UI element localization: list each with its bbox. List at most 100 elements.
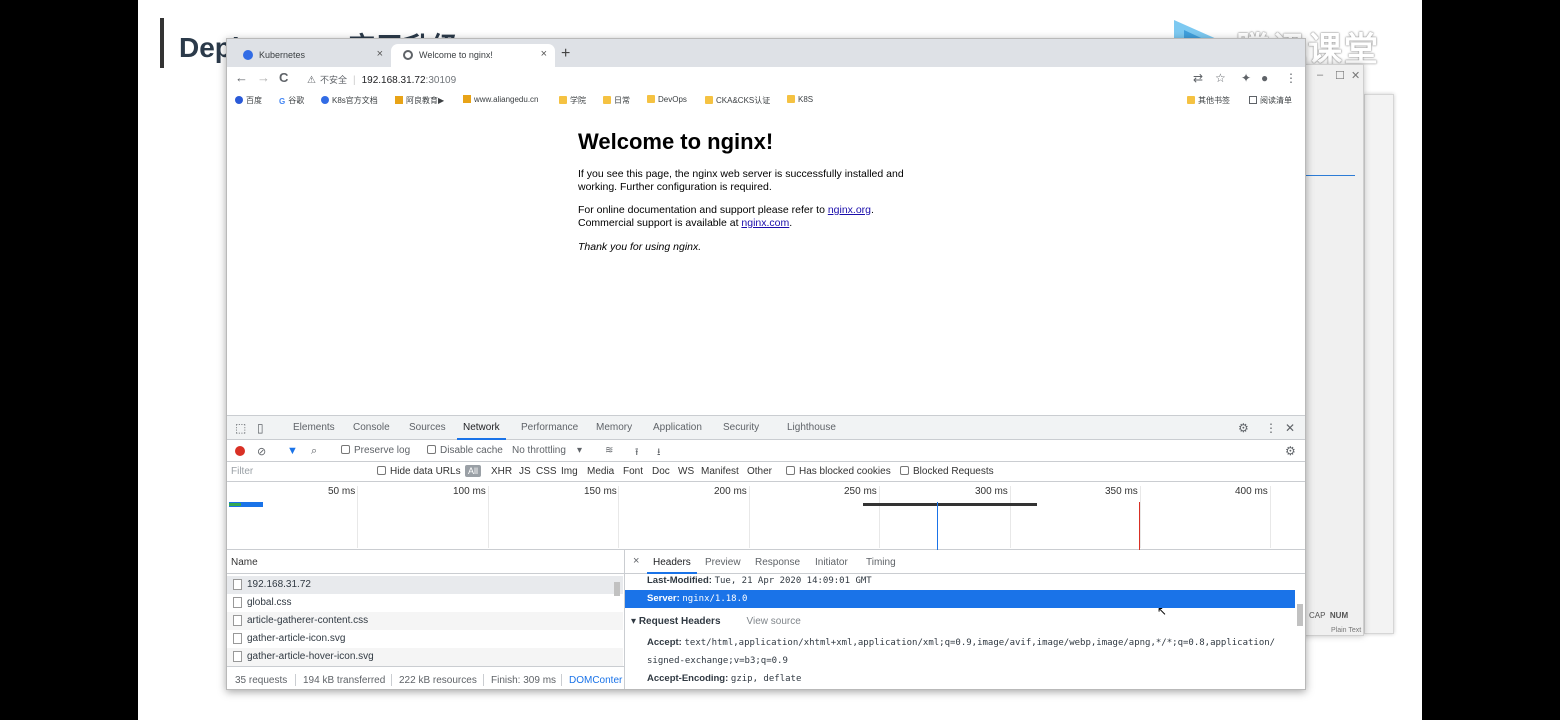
- export-har-icon[interactable]: ⭳: [657, 445, 661, 462]
- other-bookmarks[interactable]: 其他书签: [1187, 95, 1230, 106]
- close-icon[interactable]: ✕: [1351, 69, 1360, 82]
- reading-list[interactable]: 阅读清单: [1249, 95, 1292, 106]
- filter-manifest[interactable]: Manifest: [701, 466, 739, 477]
- nginx-com-link[interactable]: nginx.com: [741, 217, 789, 229]
- tab-initiator[interactable]: Initiator: [815, 557, 848, 568]
- tab-sources[interactable]: Sources: [409, 422, 446, 433]
- filter-media[interactable]: Media: [587, 466, 614, 477]
- tab-network[interactable]: Network: [457, 422, 506, 440]
- address-bar[interactable]: ⚠ 不安全 | 192.168.31.72:30109: [301, 70, 1181, 88]
- filter-img[interactable]: Img: [561, 466, 578, 477]
- tab-preview[interactable]: Preview: [705, 557, 741, 568]
- timeline-bar-long: [863, 503, 1037, 506]
- close-tab-icon[interactable]: ×: [541, 48, 547, 60]
- request-row[interactable]: gather-article-hover-icon.svg: [227, 648, 623, 666]
- bookmark-folder-cka[interactable]: CKA&CKS认证: [705, 95, 770, 106]
- filter-all[interactable]: All: [465, 465, 482, 477]
- forward-icon[interactable]: →: [257, 70, 270, 85]
- file-icon: [233, 633, 242, 644]
- bookmark-k8s-docs[interactable]: K8s官方文档: [321, 95, 378, 106]
- devtools-panel: ⬚ ▯ Elements Console Sources Network Per…: [227, 415, 1305, 689]
- nginx-org-link[interactable]: nginx.org: [828, 204, 871, 216]
- device-toolbar-icon[interactable]: ▯: [257, 421, 264, 435]
- tab-application[interactable]: Application: [653, 422, 702, 433]
- request-row[interactable]: 192.168.31.72: [227, 576, 623, 594]
- header-accept-continued: signed-exchange;v=b3;q=0.9: [647, 656, 788, 666]
- tab-performance[interactable]: Performance: [521, 422, 578, 433]
- filter-input[interactable]: Filter: [231, 466, 253, 477]
- tab-kubernetes[interactable]: Kubernetes ×: [231, 44, 391, 67]
- header-server[interactable]: Server: nginx/1.18.0: [625, 590, 1295, 608]
- filter-css[interactable]: CSS: [536, 466, 557, 477]
- request-row[interactable]: global.css: [227, 594, 623, 612]
- globe-icon: [403, 50, 413, 60]
- network-settings-icon[interactable]: ⚙: [1285, 444, 1296, 458]
- settings-gear-icon[interactable]: ⚙: [1238, 421, 1249, 435]
- profile-icon[interactable]: ●: [1261, 71, 1268, 85]
- bookmark-folder-k8s[interactable]: K8S: [787, 95, 813, 104]
- filter-other[interactable]: Other: [747, 466, 772, 477]
- docs-paragraph: For online documentation and support ple…: [578, 204, 874, 229]
- maximize-icon[interactable]: ☐: [1335, 69, 1345, 82]
- close-tab-icon[interactable]: ×: [377, 48, 383, 60]
- bookmark-folder-college[interactable]: 学院: [559, 95, 586, 106]
- bookmark-aliang-edu[interactable]: 阿良教育▶: [395, 95, 444, 106]
- tab-timing[interactable]: Timing: [866, 557, 896, 568]
- disable-cache-checkbox[interactable]: Disable cache: [427, 445, 503, 456]
- close-devtools-icon[interactable]: ✕: [1285, 421, 1295, 435]
- header-accept: Accept: text/html,application/xhtml+xml,…: [647, 637, 1276, 648]
- tab-lighthouse[interactable]: Lighthouse: [787, 422, 836, 433]
- tab-memory[interactable]: Memory: [596, 422, 632, 433]
- blocked-cookies-checkbox[interactable]: Has blocked cookies: [786, 466, 891, 477]
- new-tab-button[interactable]: +: [561, 45, 570, 63]
- bookmark-aliangedu-site[interactable]: www.aliangedu.cn: [463, 95, 538, 104]
- filter-ws[interactable]: WS: [678, 466, 694, 477]
- tab-welcome-nginx[interactable]: Welcome to nginx! ×: [391, 44, 555, 67]
- record-icon[interactable]: [235, 446, 245, 456]
- clear-icon[interactable]: ⊘: [257, 445, 266, 458]
- transferred-size: 194 kB transferred: [303, 675, 386, 686]
- menu-icon[interactable]: ⋮: [1285, 71, 1297, 85]
- extensions-icon[interactable]: ✦: [1241, 71, 1251, 85]
- filter-doc[interactable]: Doc: [652, 466, 670, 477]
- request-list-scrollbar[interactable]: [613, 578, 621, 662]
- request-row[interactable]: article-gatherer-content.css: [227, 612, 623, 630]
- request-headers-section[interactable]: ▾ Request Headers View source: [631, 616, 801, 627]
- name-column-header[interactable]: Name: [227, 550, 624, 574]
- bookmark-folder-devops[interactable]: DevOps: [647, 95, 687, 104]
- slide-title-bar: [160, 18, 164, 68]
- bookmark-baidu[interactable]: 百度: [235, 95, 262, 106]
- filter-font[interactable]: Font: [623, 466, 643, 477]
- filter-xhr[interactable]: XHR: [491, 466, 512, 477]
- network-conditions-icon[interactable]: ≋: [605, 445, 613, 456]
- filter-js[interactable]: JS: [519, 466, 531, 477]
- filter-icon[interactable]: ▼: [287, 445, 298, 457]
- request-row[interactable]: gather-article-icon.svg: [227, 630, 623, 648]
- details-scrollbar[interactable]: [1295, 576, 1305, 689]
- chart-icon: [395, 96, 403, 104]
- import-har-icon[interactable]: ⭱: [635, 445, 639, 462]
- blocked-requests-checkbox[interactable]: Blocked Requests: [900, 466, 994, 477]
- hide-data-urls-checkbox[interactable]: Hide data URLs: [377, 466, 461, 477]
- tab-headers[interactable]: Headers: [647, 557, 697, 574]
- bookmark-google[interactable]: G 谷歌: [279, 95, 304, 106]
- bookmark-folder-daily[interactable]: 日常: [603, 95, 630, 106]
- insecure-label: 不安全: [319, 75, 347, 85]
- network-overview-timeline[interactable]: 50 ms 100 ms 150 ms 200 ms 250 ms 300 ms…: [227, 482, 1305, 550]
- tab-elements[interactable]: Elements: [293, 422, 335, 433]
- view-source-link[interactable]: View source: [747, 616, 801, 627]
- back-icon[interactable]: ←: [235, 70, 248, 85]
- search-icon[interactable]: ⌕: [311, 445, 317, 458]
- close-details-icon[interactable]: ×: [633, 555, 639, 567]
- preserve-log-checkbox[interactable]: Preserve log: [341, 445, 410, 456]
- tab-response[interactable]: Response: [755, 557, 800, 568]
- more-options-icon[interactable]: ⋮: [1265, 421, 1277, 435]
- tab-console[interactable]: Console: [353, 422, 390, 433]
- star-icon[interactable]: ☆: [1215, 71, 1226, 85]
- tab-security[interactable]: Security: [723, 422, 759, 433]
- throttling-select[interactable]: No throttling ▾: [512, 445, 582, 456]
- inspect-element-icon[interactable]: ⬚: [235, 421, 246, 435]
- translate-icon[interactable]: ⇄: [1193, 71, 1203, 85]
- minimize-icon[interactable]: –: [1317, 69, 1323, 81]
- reload-icon[interactable]: C: [279, 70, 288, 85]
